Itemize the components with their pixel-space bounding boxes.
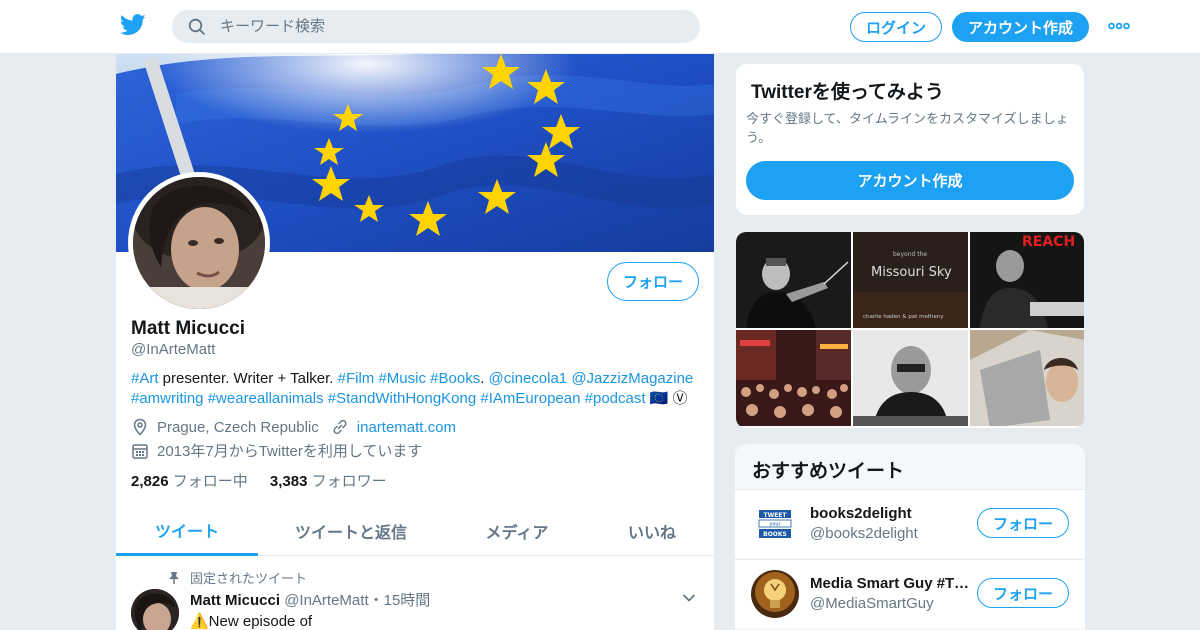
bio-hashtag-amwriting[interactable]: #amwriting	[131, 390, 204, 407]
tweet-separator: ・	[368, 592, 384, 609]
chevron-down-icon[interactable]	[682, 593, 696, 603]
profile-website-link[interactable]: inartematt.com	[357, 419, 456, 436]
recommended-name[interactable]: Media Smart Guy #Ti...	[810, 575, 970, 592]
album-cover-text-2: Missouri Sky	[871, 265, 952, 280]
signup-card-title: Twitterを使ってみよう	[751, 82, 944, 103]
calendar-icon	[132, 443, 148, 459]
selfie-photo[interactable]	[970, 330, 1084, 426]
bio-mention-cinecola1[interactable]: @cinecola1	[489, 370, 568, 387]
tweet-time[interactable]: 15時間	[384, 592, 431, 609]
tweet-text: ⚠️New episode of	[190, 613, 313, 630]
twitter-bird-icon[interactable]	[120, 13, 146, 37]
bio-hashtag-film[interactable]: #Film	[338, 370, 375, 387]
profile-handle: @InArteMatt	[131, 341, 216, 358]
tab-tweets[interactable]: ツイート	[116, 506, 258, 556]
recommended-name[interactable]: books2delight	[810, 505, 970, 522]
bio-mention-jazzizmagazine[interactable]: @JazzizMagazine	[571, 370, 693, 387]
followers-stat[interactable]: 3,383 フォロワー	[270, 473, 387, 490]
link-icon	[333, 419, 347, 435]
bio-emoji: 🇪🇺 Ⓥ	[645, 390, 688, 407]
following-label: フォロー中	[172, 473, 248, 490]
tab-likes[interactable]: いいね	[590, 506, 714, 556]
signup-prompt-card: Twitterを使ってみよう 今すぐ登録して、タイムラインをカスタマイズしましょ…	[735, 63, 1085, 216]
follow-mediasmartguy-button[interactable]: フォロー	[977, 578, 1069, 608]
photos-grid: beyond the Missouri Sky charlie haden & …	[736, 232, 1084, 428]
pinned-tweet[interactable]: 固定されたツイート Matt Micucci @InArteMatt・15時間 …	[116, 557, 714, 630]
profile-name: Matt Micucci	[131, 318, 246, 339]
profile-card: フォロー Matt Micucci @InArteMatt #Art prese…	[116, 54, 714, 630]
more-dots-icon[interactable]	[1108, 21, 1130, 31]
portrait-photo[interactable]	[853, 330, 968, 426]
recommended-handle: @books2delight	[810, 525, 918, 542]
tab-tweets-and-replies[interactable]: ツイートと返信	[258, 506, 444, 556]
recommended-handle: @MediaSmartGuy	[810, 595, 934, 612]
search-input[interactable]	[220, 10, 680, 43]
bio-text: presenter. Writer + Talker.	[158, 370, 338, 387]
tweet-author-avatar[interactable]	[131, 589, 179, 630]
follow-books2delight-button[interactable]: フォロー	[977, 508, 1069, 538]
bio-hashtag-books[interactable]: #Books	[430, 370, 480, 387]
profile-joined-row: 2013年7月からTwitterを利用しています	[131, 440, 422, 461]
pinned-tweet-label-row: 固定されたツイート	[168, 568, 307, 587]
pin-icon	[169, 571, 179, 584]
album-cover-text-1: beyond the	[893, 251, 927, 258]
mediasmartguy-avatar[interactable]	[751, 570, 799, 618]
followers-count: 3,383	[269, 473, 308, 490]
bio-text: .	[480, 370, 489, 387]
search-icon	[188, 18, 205, 35]
profile-location-row: Prague, Czech Republic inartematt.com	[131, 418, 456, 436]
signup-card-description: 今すぐ登録して、タイムラインをカスタマイズしましょう。	[746, 111, 1069, 145]
books2delight-avatar[interactable]: TWEET your BOOKS	[751, 500, 799, 548]
avatar-text-your: your	[769, 522, 781, 528]
recommended-item[interactable]: Media Smart Guy #Ti... @MediaSmartGuy フォ…	[735, 559, 1085, 628]
signup-card-button[interactable]: アカウント作成	[746, 161, 1074, 200]
profile-avatar[interactable]	[128, 172, 270, 314]
profile-location: Prague, Czech Republic	[157, 418, 319, 436]
recommended-item[interactable]: TWEET your BOOKS books2delight @books2de…	[735, 489, 1085, 558]
bio-hashtag-weareallanimals[interactable]: #weareallanimals	[208, 390, 324, 407]
follow-button[interactable]: フォロー	[607, 262, 699, 301]
tweet-author-handle[interactable]: @InArteMatt	[284, 592, 368, 609]
bio-hashtag-standwithhongkong[interactable]: #StandWithHongKong	[328, 390, 476, 407]
followers-label: フォロワー	[311, 473, 387, 490]
album-corner-text: REACH	[1022, 234, 1075, 250]
profile-bio: #Art presenter. Writer + Talker. #Film #…	[131, 369, 701, 409]
profile-joined-date: 2013年7月からTwitterを利用しています	[157, 443, 423, 460]
avatar-text-tweet: TWEET	[763, 512, 787, 519]
bio-hashtag-art[interactable]: #Art	[131, 370, 159, 387]
conductor-photo[interactable]	[736, 232, 851, 328]
following-stat[interactable]: 2,826 フォロー中	[131, 473, 248, 490]
top-navigation-bar: ログイン アカウント作成	[0, 0, 1200, 54]
tab-media[interactable]: メディア	[444, 506, 590, 556]
tweet-header: Matt Micucci @InArteMatt・15時間	[190, 589, 430, 610]
bio-hashtag-iameuropean[interactable]: #IAmEuropean	[480, 390, 580, 407]
recommended-title: おすすめツイート	[752, 461, 905, 482]
profile-tabs: ツイート ツイートと返信 メディア いいね	[116, 506, 714, 556]
tweet-author-name[interactable]: Matt Micucci	[190, 592, 280, 609]
recommended-tweets-card: おすすめツイート TWEET your BOOKS books2delight …	[735, 444, 1085, 630]
pianist-photo[interactable]: REACH	[970, 232, 1084, 328]
location-pin-icon	[133, 418, 147, 436]
login-button[interactable]: ログイン	[850, 12, 942, 42]
avatar-text-books: BOOKS	[763, 531, 787, 538]
album-cover-text-3: charlie haden & pat metheny	[863, 314, 944, 320]
profile-stats: 2,826 フォロー中 3,383 フォロワー	[131, 470, 387, 491]
bio-hashtag-music[interactable]: #Music	[378, 370, 426, 387]
pinned-tweet-label: 固定されたツイート	[190, 571, 308, 586]
street-crowd-photo[interactable]	[736, 330, 851, 426]
search-box[interactable]	[172, 10, 700, 43]
album-cover-photo[interactable]: beyond the Missouri Sky charlie haden & …	[853, 232, 968, 328]
signup-button[interactable]: アカウント作成	[952, 12, 1089, 42]
bio-hashtag-podcast[interactable]: #podcast	[585, 390, 646, 407]
following-count: 2,826	[131, 473, 169, 490]
